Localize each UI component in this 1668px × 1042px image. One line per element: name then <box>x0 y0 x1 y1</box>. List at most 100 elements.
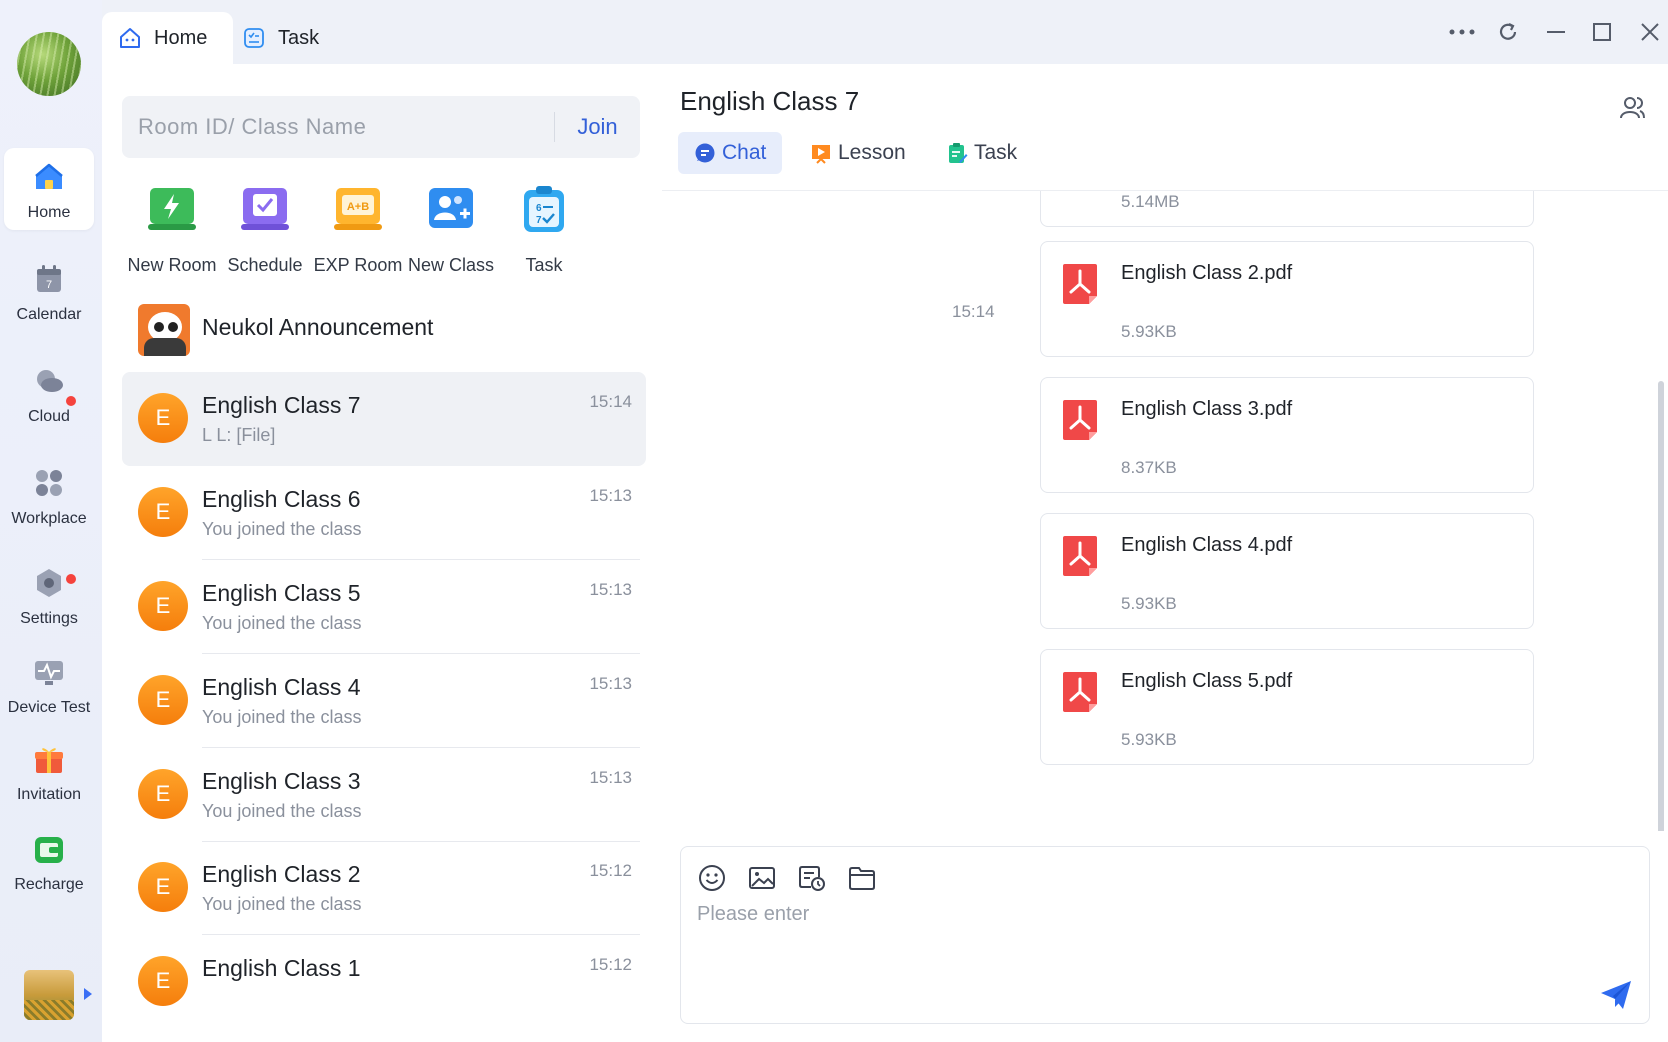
more-options-icon[interactable] <box>1448 18 1476 46</box>
conversation-name: English Class 1 <box>202 955 361 981</box>
app-thumbnail[interactable] <box>24 970 74 1020</box>
conversation-time: 15:14 <box>589 392 632 411</box>
conversation-name: English Class 4 <box>202 674 361 700</box>
rail-label: Home <box>27 204 71 221</box>
chat-panel: English Class 7 Chat Lesson Task 5.14MB … <box>662 64 1668 1042</box>
quick-task[interactable]: 6 7 Task <box>494 184 594 276</box>
conversation-item[interactable]: E English Class 7 L L: [File] 15:14 <box>122 372 646 466</box>
notification-dot <box>66 396 76 406</box>
join-button[interactable]: Join <box>555 96 640 158</box>
rail-item-workplace[interactable]: Workplace <box>4 454 94 536</box>
rail-label: Device Test <box>7 699 91 716</box>
rail-label: Recharge <box>14 876 84 893</box>
task-icon: 6 7 <box>524 186 564 232</box>
file-size: 8.37KB <box>1121 458 1177 477</box>
file-message[interactable]: 5.14MB <box>1040 191 1534 227</box>
tab-task[interactable]: Task <box>930 132 1033 174</box>
rail-item-device-test[interactable]: Device Test <box>4 643 94 725</box>
announcement-item[interactable]: Neukol Announcement <box>122 290 646 374</box>
quick-schedule[interactable]: Schedule <box>215 184 315 276</box>
maximize-icon[interactable] <box>1588 18 1616 46</box>
chat-icon <box>695 143 715 163</box>
conversation-preview: You joined the class <box>202 519 362 539</box>
refresh-icon[interactable] <box>1494 18 1522 46</box>
rail-label: Settings <box>20 610 78 627</box>
tab-chat[interactable]: Chat <box>678 132 783 174</box>
conversation-time: 15:13 <box>589 580 632 599</box>
file-message[interactable]: English Class 5.pdf 5.93KB <box>1040 649 1534 765</box>
conversation-name: English Class 3 <box>202 768 361 794</box>
close-icon[interactable] <box>1636 18 1664 46</box>
svg-text:6: 6 <box>536 203 542 214</box>
conversation-avatar: E <box>138 862 188 912</box>
scrollbar[interactable] <box>1658 381 1664 831</box>
file-message[interactable]: English Class 4.pdf 5.93KB <box>1040 513 1534 629</box>
tab-label: Home <box>154 26 208 49</box>
send-icon[interactable] <box>1599 979 1633 1011</box>
message-input[interactable] <box>697 903 1517 963</box>
left-rail: Home 7 Calendar Cloud Workplace Settings… <box>0 0 102 1042</box>
tab-home[interactable]: Home <box>102 12 234 64</box>
minimize-icon[interactable] <box>1542 18 1570 46</box>
rail-label: Cloud <box>28 408 70 425</box>
file-name: English Class 3.pdf <box>1121 398 1293 420</box>
task-tab-icon <box>244 28 264 48</box>
image-icon[interactable] <box>747 863 777 893</box>
pdf-icon <box>1063 264 1097 304</box>
screenshot-icon[interactable] <box>797 863 827 893</box>
home-tab-icon <box>120 28 140 48</box>
quick-label: EXP Room <box>313 255 403 275</box>
conversation-item[interactable]: E English Class 1 15:12 <box>122 935 646 1029</box>
chat-title: English Class 7 <box>680 86 860 116</box>
tab-label: Task <box>974 141 1018 164</box>
user-avatar[interactable] <box>17 32 81 96</box>
conversation-preview: You joined the class <box>202 801 362 821</box>
conversation-time: 15:13 <box>589 674 632 693</box>
conversation-name: English Class 6 <box>202 486 361 512</box>
file-size: 5.93KB <box>1121 594 1177 613</box>
quick-exp-room[interactable]: A+B EXP Room <box>308 184 408 276</box>
conversation-item[interactable]: E English Class 6 You joined the class 1… <box>122 466 646 560</box>
rail-item-calendar[interactable]: 7 Calendar <box>4 250 94 332</box>
rail-item-settings[interactable]: Settings <box>4 554 94 636</box>
conversation-name: English Class 2 <box>202 861 361 887</box>
notification-dot <box>66 574 76 584</box>
rail-item-recharge[interactable]: Recharge <box>4 820 94 902</box>
tab-task[interactable]: Task <box>226 12 345 64</box>
conversation-avatar: E <box>138 581 188 631</box>
svg-text:7: 7 <box>536 215 542 226</box>
members-icon[interactable] <box>1618 94 1646 122</box>
conversation-time: 15:13 <box>589 768 632 787</box>
rail-item-home[interactable]: Home <box>4 148 94 230</box>
file-message[interactable]: English Class 3.pdf 8.37KB <box>1040 377 1534 493</box>
gift-icon <box>35 748 63 773</box>
calendar-icon: 7 <box>37 265 61 292</box>
search-input[interactable] <box>122 96 532 158</box>
rail-item-invitation[interactable]: Invitation <box>4 730 94 812</box>
expand-arrow-icon[interactable] <box>84 988 92 1000</box>
conversation-item[interactable]: E English Class 2 You joined the class 1… <box>122 841 646 935</box>
file-size: 5.93KB <box>1121 322 1177 341</box>
quick-new-class[interactable]: New Class <box>401 184 501 276</box>
new-class-icon <box>429 188 473 228</box>
emoji-icon[interactable] <box>697 863 727 893</box>
quick-label: Task <box>525 255 563 275</box>
home-icon <box>35 163 63 189</box>
tab-label: Lesson <box>838 141 906 164</box>
rail-item-cloud[interactable]: Cloud <box>4 352 94 434</box>
exp-room-icon: A+B <box>334 188 382 230</box>
conversation-name: English Class 5 <box>202 580 361 606</box>
svg-text:A+B: A+B <box>347 201 369 213</box>
conversation-item[interactable]: E English Class 4 You joined the class 1… <box>122 654 646 748</box>
tab-lesson[interactable]: Lesson <box>794 132 922 174</box>
file-name: English Class 4.pdf <box>1121 534 1293 556</box>
schedule-icon <box>241 188 289 230</box>
conversation-item[interactable]: E English Class 3 You joined the class 1… <box>122 748 646 842</box>
folder-icon[interactable] <box>847 863 877 893</box>
quick-label: New Class <box>407 255 495 275</box>
tab-label: Task <box>278 26 320 49</box>
quick-new-room[interactable]: New Room <box>122 184 222 276</box>
conversation-preview: L L: [File] <box>202 425 276 445</box>
file-message[interactable]: English Class 2.pdf 5.93KB <box>1040 241 1534 357</box>
conversation-item[interactable]: E English Class 5 You joined the class 1… <box>122 560 646 654</box>
